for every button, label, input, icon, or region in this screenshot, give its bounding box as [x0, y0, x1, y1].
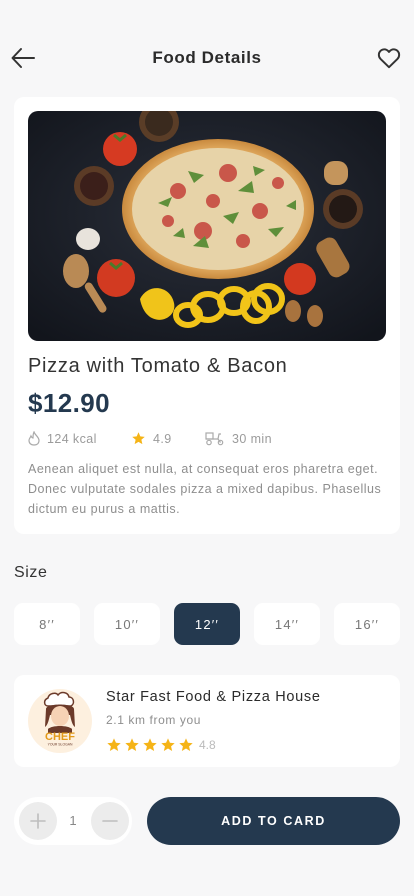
food-name: Pizza with Tomato & Bacon [28, 355, 288, 377]
chef-logo-slogan: YOUR SLOGAN [48, 743, 73, 747]
top-bar: Food Details [0, 0, 414, 110]
restaurant-rating: 4.8 [106, 737, 216, 753]
calories-value: 124 kcal [47, 431, 97, 446]
chef-logo: CHEF YOUR SLOGAN [28, 689, 92, 753]
size-option-10[interactable]: 10′′ [94, 603, 160, 645]
page-title: Food Details [152, 48, 262, 67]
food-price: $12.90 [28, 388, 110, 418]
chef-logo-text: CHEF [45, 731, 75, 743]
size-option-12[interactable]: 12′′ [174, 603, 240, 645]
calories-info: 124 kcal [28, 431, 97, 446]
food-card: Pizza with Tomato & Bacon $12.90 124 kca… [14, 97, 400, 534]
star-icon [125, 738, 139, 751]
star-icon [132, 432, 145, 445]
star-icon [107, 738, 121, 751]
pizza-image [28, 111, 386, 341]
favorite-button[interactable] [376, 45, 402, 71]
size-option-8[interactable]: 8′′ [14, 603, 80, 645]
rating-info: 4.9 [131, 431, 172, 446]
star-icon [179, 738, 193, 751]
food-meta: 124 kcal 4.9 30 min [28, 431, 386, 447]
restaurant-card[interactable]: CHEF YOUR SLOGAN Star Fast Food & Pizza … [14, 675, 400, 767]
star-icon [161, 738, 175, 751]
quantity-value: 1 [69, 813, 77, 828]
size-title: Size [14, 564, 48, 581]
restaurant-rating-value: 4.8 [199, 738, 216, 752]
minus-icon [102, 820, 118, 822]
size-option-16[interactable]: 16′′ [334, 603, 400, 645]
rating-value: 4.9 [153, 431, 172, 446]
food-description: Aenean aliquet est nulla, at consequat e… [28, 462, 382, 516]
quantity-stepper: 1 [14, 797, 132, 845]
size-option-14[interactable]: 14′′ [254, 603, 320, 645]
decrease-button[interactable] [91, 802, 129, 840]
restaurant-distance: 2.1 km from you [106, 713, 202, 727]
restaurant-name: Star Fast Food & Pizza House [106, 689, 321, 705]
delivery-scooter-icon [205, 432, 224, 446]
increase-button[interactable] [19, 802, 57, 840]
flame-icon [28, 431, 40, 446]
plus-icon [30, 813, 46, 829]
delivery-info: 30 min [205, 431, 272, 446]
heart-outline-icon [377, 48, 401, 69]
star-icon [143, 738, 157, 751]
delivery-time-value: 30 min [232, 431, 272, 446]
add-to-cart-button[interactable]: ADD TO CARD [147, 797, 400, 845]
